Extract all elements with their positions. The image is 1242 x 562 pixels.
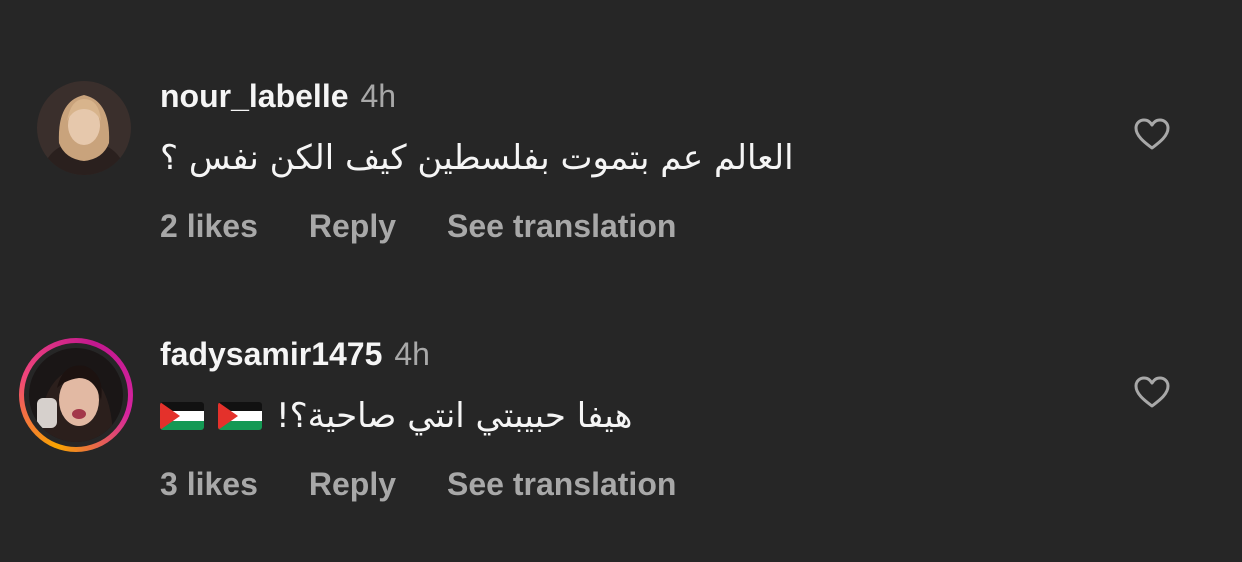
comment-text-container: هيفا حبيبتي انتي صاحية؟!: [160, 396, 633, 436]
see-translation-button[interactable]: See translation: [447, 466, 676, 503]
username[interactable]: fadysamir1475: [160, 336, 382, 373]
palestine-flag-icon: [218, 402, 262, 430]
reply-button[interactable]: Reply: [309, 466, 396, 503]
comment-header: nour_labelle 4h: [160, 78, 396, 118]
comment-text: هيفا حبيبتي انتي صاحية؟!: [276, 396, 633, 436]
comment-text: العالم عم بتموت بفلسطين كيف الكن نفس ؟: [160, 138, 794, 178]
avatar[interactable]: [37, 81, 131, 175]
comment-time: 4h: [394, 336, 430, 372]
comment-actions: 3 likes Reply See translation: [160, 466, 727, 503]
comment-actions: 2 likes Reply See translation: [160, 208, 727, 245]
username[interactable]: nour_labelle: [160, 78, 349, 115]
comment-time: 4h: [360, 78, 397, 114]
avatar[interactable]: [29, 348, 123, 442]
story-ring[interactable]: [19, 338, 133, 452]
see-translation-button[interactable]: See translation: [447, 208, 676, 245]
heart-outline-icon[interactable]: [1133, 117, 1171, 151]
avatar-photo: [29, 348, 123, 442]
avatar-photo: [37, 81, 131, 175]
palestine-flag-icon: [160, 402, 204, 430]
likes-count[interactable]: 2 likes: [160, 208, 258, 245]
heart-outline-icon[interactable]: [1133, 375, 1171, 409]
reply-button[interactable]: Reply: [309, 208, 396, 245]
comment-header: fadysamir1475 4h: [160, 336, 430, 376]
likes-count[interactable]: 3 likes: [160, 466, 258, 503]
